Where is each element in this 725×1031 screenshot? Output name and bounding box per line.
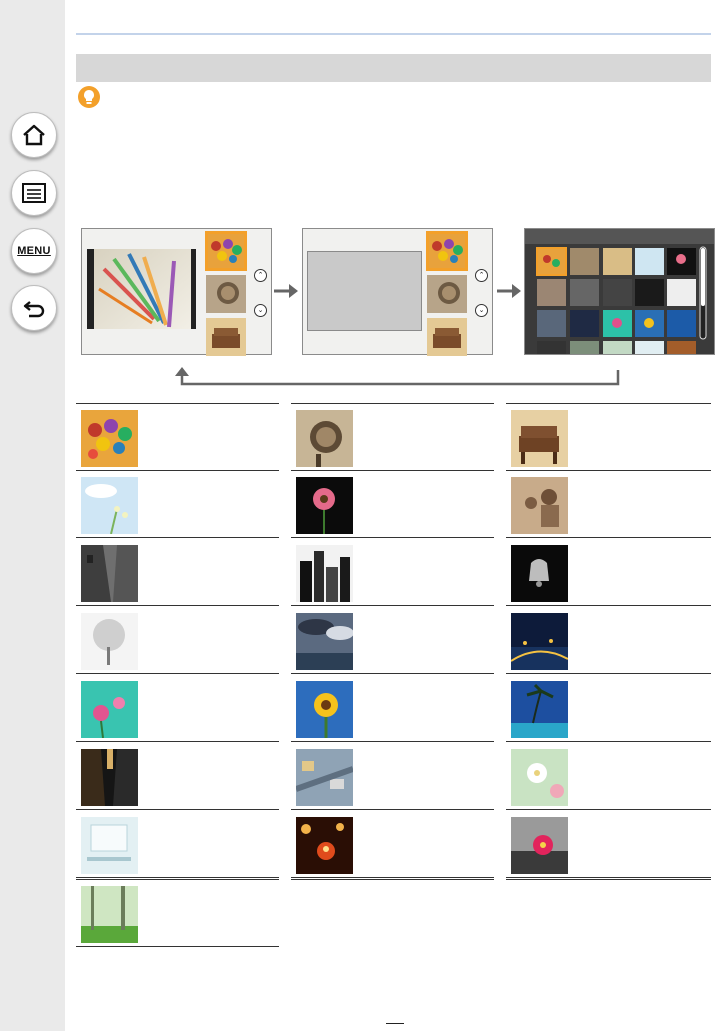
- list-item[interactable]: [506, 404, 711, 471]
- menu-label: MENU: [17, 245, 51, 257]
- bell-photo: [511, 545, 568, 602]
- list-item[interactable]: [506, 675, 711, 742]
- candy-thumb[interactable]: [426, 231, 468, 271]
- street-photo: [81, 545, 138, 602]
- list-item[interactable]: [291, 404, 494, 471]
- list-item[interactable]: [291, 675, 494, 742]
- back-arrow-icon: [23, 301, 45, 318]
- pink-flower-photo: [296, 477, 353, 534]
- thumbnail-grid[interactable]: [525, 229, 714, 354]
- sunflower-photo: [296, 681, 353, 738]
- colored-pencils-photo: [94, 249, 191, 329]
- sepia-chair-thumb[interactable]: [427, 318, 467, 356]
- right-arrow-icon: [274, 284, 298, 298]
- blank-preview-screen: ⌃ ⌄: [302, 228, 493, 356]
- white-flowers-photo: [511, 749, 568, 806]
- list-item[interactable]: [291, 471, 494, 538]
- cosmos-flowers-photo: [81, 681, 138, 738]
- list-item[interactable]: [76, 471, 279, 538]
- pocket-watch-thumb[interactable]: [427, 275, 467, 313]
- section-header-bar: [76, 54, 711, 82]
- sepia-chair-thumb[interactable]: [206, 318, 246, 356]
- list-item[interactable]: [291, 743, 494, 810]
- list-item[interactable]: [76, 675, 279, 742]
- sidebar: MENU: [0, 0, 65, 1031]
- sky-flowers-photo: [81, 477, 138, 534]
- blank-preview-frame: [307, 251, 422, 331]
- city-buildings-photo: [296, 545, 353, 602]
- list-item[interactable]: [291, 811, 494, 878]
- candy-photo: [81, 410, 138, 467]
- candy-thumb[interactable]: [205, 231, 247, 271]
- scroll-down-button[interactable]: ⌄: [254, 304, 267, 317]
- miniature-town-photo: [296, 749, 353, 806]
- list-item[interactable]: [506, 471, 711, 538]
- list-item[interactable]: [506, 743, 711, 810]
- list-item[interactable]: [506, 607, 711, 674]
- list-item[interactable]: [76, 539, 279, 606]
- header-rule: [76, 33, 711, 35]
- list-item[interactable]: [291, 607, 494, 674]
- home-icon: [23, 124, 45, 146]
- single-preview-screen: ⌃ ⌄: [81, 228, 272, 356]
- alley-photo: [81, 749, 138, 806]
- mother-child-photo: [511, 477, 568, 534]
- pocket-watch-thumb[interactable]: [206, 275, 246, 313]
- return-arrow-icon: [175, 367, 620, 386]
- back-button[interactable]: [11, 285, 57, 331]
- scroll-up-button[interactable]: ⌃: [475, 269, 488, 282]
- list-item[interactable]: [76, 880, 279, 947]
- menu-button[interactable]: MENU: [11, 228, 57, 274]
- contents-button[interactable]: [11, 170, 57, 216]
- list-item[interactable]: [506, 539, 711, 606]
- lightbulb-icon: [78, 86, 100, 108]
- window-room-photo: [81, 817, 138, 874]
- scroll-down-button[interactable]: ⌄: [475, 304, 488, 317]
- list-icon: [22, 183, 46, 203]
- page-number-underline: [386, 1023, 404, 1024]
- tree-photo: [81, 613, 138, 670]
- thumbnail-grid-screen: [524, 228, 715, 355]
- list-item[interactable]: [76, 743, 279, 810]
- list-item[interactable]: [76, 607, 279, 674]
- palm-beach-photo: [511, 681, 568, 738]
- home-button[interactable]: [11, 112, 57, 158]
- sepia-chair-photo: [511, 410, 568, 467]
- pink-flower-partial-color-photo: [511, 817, 568, 874]
- clouds-harbor-photo: [296, 613, 353, 670]
- list-item[interactable]: [291, 539, 494, 606]
- list-item[interactable]: [76, 404, 279, 471]
- list-item[interactable]: [506, 811, 711, 878]
- candle-photo: [296, 817, 353, 874]
- night-city-photo: [511, 613, 568, 670]
- list-item[interactable]: [76, 811, 279, 878]
- forest-sunbeam-photo: [81, 886, 138, 943]
- scroll-up-button[interactable]: ⌃: [254, 269, 267, 282]
- right-arrow-icon: [497, 284, 521, 298]
- pocket-watch-photo: [296, 410, 353, 467]
